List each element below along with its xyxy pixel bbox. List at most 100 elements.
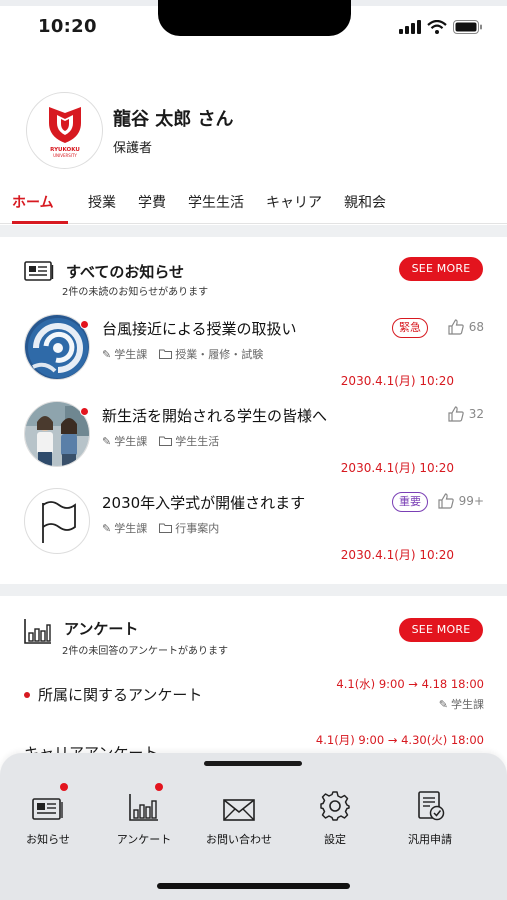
tab-home[interactable]: ホーム — [12, 186, 68, 224]
status-time: 10:20 — [38, 16, 97, 37]
thumbs-up-icon — [448, 406, 464, 422]
tab-career[interactable]: キャリア — [266, 186, 322, 224]
news-meta: ✎ 学生課 学生生活 — [102, 433, 219, 449]
chart-icon — [129, 794, 158, 821]
news-dept: 学生課 — [114, 522, 148, 535]
news-date: 2030.4.1(月) 10:20 — [340, 548, 454, 562]
unanswered-dot — [24, 691, 30, 698]
news-item[interactable]: 2030年入学式が開催されます ✎ 学生課 行事案内 重要 99+ 2030.4.… — [24, 488, 484, 570]
news-meta: ✎ 学生課 授業・履修・試験 — [102, 346, 263, 362]
survey-card: アンケート 2件の未回答のアンケートがあります SEE MORE 所属に関するア… — [0, 596, 507, 753]
unread-dot — [80, 320, 89, 329]
user-role: 保護者 — [113, 141, 153, 156]
nav-label: アンケート — [116, 833, 172, 846]
tab-classes[interactable]: 授業 — [88, 186, 116, 224]
nav-general-application[interactable]: 汎用申請 — [382, 781, 478, 847]
news-title: 2030年入学式が開催されます — [102, 494, 306, 512]
bar-chart-icon — [24, 619, 51, 644]
thumbs-up-icon — [438, 493, 454, 509]
nav-label: お問い合わせ — [206, 833, 272, 846]
nav-label: 汎用申請 — [408, 833, 452, 846]
thumbs-up-icon — [448, 319, 464, 335]
nav-news[interactable]: お知らせ — [0, 781, 96, 847]
survey-see-more-button[interactable]: SEE MORE — [399, 618, 483, 642]
home-indicator[interactable] — [157, 883, 350, 889]
status-bar: 10:20 — [0, 0, 507, 56]
flag-icon — [42, 501, 76, 543]
notification-dot — [60, 783, 68, 791]
survey-period: 4.1(月) 9:00 → 4.30(火) 18:00 — [315, 733, 484, 747]
tab-student-life[interactable]: 学生生活 — [188, 186, 244, 224]
news-icon — [24, 261, 54, 281]
news-date: 2030.4.1(月) 10:20 — [340, 374, 454, 388]
news-card-subtitle: 2件の未読のお知らせがあります — [62, 287, 209, 298]
bottom-navigation: お知らせ アンケート お問い合わせ 設定 汎用申請 — [0, 753, 507, 900]
pen-icon: ✎ — [102, 347, 112, 361]
like-button[interactable]: 32 — [447, 405, 484, 423]
system-icons — [399, 20, 483, 34]
news-item[interactable]: 新生活を開始される学生の皆様へ ✎ 学生課 学生生活 32 2030.4.1(月)… — [24, 401, 484, 483]
news-icon — [32, 798, 63, 820]
tab-parents-association[interactable]: 親和会 — [344, 186, 386, 224]
gear-icon — [320, 791, 350, 821]
survey-item[interactable]: キャリアアンケート 4.1(月) 9:00 → 4.30(火) 18:00 — [24, 732, 484, 753]
survey-item[interactable]: 所属に関するアンケート 4.1(水) 9:00 → 4.18 18:00 ✎ 学生… — [24, 674, 484, 714]
pen-icon: ✎ — [102, 521, 112, 535]
wifi-icon — [427, 20, 447, 34]
urgent-badge: 緊急 — [392, 318, 428, 338]
survey-card-subtitle: 2件の未回答のアンケートがあります — [62, 646, 228, 657]
news-title: 新生活を開始される学生の皆様へ — [102, 407, 328, 425]
news-meta: ✎ 学生課 行事案内 — [102, 520, 219, 536]
folder-icon — [159, 523, 173, 533]
form-check-icon — [418, 791, 445, 821]
ryukoku-logo-icon: RYUKOKU UNIVERSITY — [48, 106, 81, 158]
like-count: 32 — [468, 407, 484, 421]
news-category: 学生生活 — [175, 435, 220, 448]
device-notch — [158, 0, 351, 36]
like-count: 99+ — [458, 494, 484, 508]
folder-icon — [159, 436, 173, 446]
like-button[interactable]: 99+ — [437, 492, 484, 510]
news-category: 行事案内 — [175, 522, 220, 535]
university-logo-avatar: RYUKOKU UNIVERSITY — [26, 92, 103, 169]
flag-thumb — [24, 488, 90, 554]
folder-icon — [159, 349, 173, 359]
news-item[interactable]: 台風接近による授業の取扱い ✎ 学生課 授業・履修・試験 緊急 68 2030.4… — [24, 314, 484, 396]
mail-icon — [223, 799, 255, 821]
section-divider — [0, 225, 507, 237]
main-tabs: ホーム 授業 学費 学生生活 キャリア 親和会 — [0, 186, 507, 224]
news-see-more-button[interactable]: SEE MORE — [399, 257, 483, 281]
survey-period: 4.1(水) 9:00 → 4.18 18:00 — [336, 677, 484, 691]
nav-label: お知らせ — [26, 833, 70, 846]
unread-dot — [80, 407, 89, 416]
pen-icon: ✎ — [438, 697, 448, 711]
survey-title: キャリアアンケート — [24, 744, 159, 753]
news-title: 台風接近による授業の取扱い — [102, 320, 297, 338]
survey-title: 所属に関するアンケート — [38, 686, 203, 704]
news-card: すべてのお知らせ 2件の未読のお知らせがあります SEE MORE 台風接近によ… — [0, 237, 507, 584]
nav-label: 設定 — [324, 833, 346, 846]
like-count: 68 — [468, 320, 484, 334]
tab-tuition[interactable]: 学費 — [138, 186, 166, 224]
survey-dept: 学生課 — [451, 698, 484, 711]
news-date: 2030.4.1(月) 10:20 — [340, 461, 454, 475]
profile-header: RYUKOKU UNIVERSITY 龍谷 太郎 さん 保護者 — [26, 92, 234, 169]
battery-icon — [453, 20, 482, 34]
news-dept: 学生課 — [114, 348, 148, 361]
news-category: 授業・履修・試験 — [175, 348, 264, 361]
nav-survey[interactable]: アンケート — [96, 781, 192, 847]
like-button[interactable]: 68 — [447, 318, 484, 336]
sheet-handle[interactable] — [204, 761, 302, 766]
nav-settings[interactable]: 設定 — [287, 781, 383, 847]
pen-icon: ✎ — [102, 434, 112, 448]
section-divider — [0, 584, 507, 596]
news-dept: 学生課 — [114, 435, 148, 448]
news-card-title: すべてのお知らせ — [66, 263, 185, 281]
user-name: 龍谷 太郎 さん — [113, 109, 234, 130]
important-badge: 重要 — [392, 492, 428, 512]
notification-dot — [155, 783, 163, 791]
svg-text:UNIVERSITY: UNIVERSITY — [53, 153, 77, 158]
survey-card-title: アンケート — [64, 620, 139, 638]
nav-contact[interactable]: お問い合わせ — [191, 781, 287, 847]
signal-icon — [399, 20, 421, 34]
